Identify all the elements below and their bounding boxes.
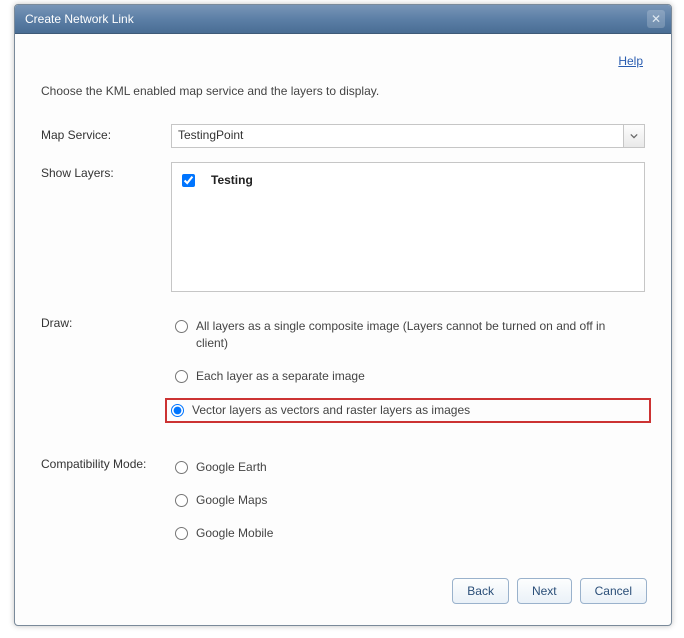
radio-google-maps[interactable] — [175, 494, 188, 507]
back-button[interactable]: Back — [452, 578, 509, 604]
draw-option-vector[interactable]: Vector layers as vectors and raster laye… — [165, 398, 651, 423]
draw-option-label: Each layer as a separate image — [196, 368, 365, 385]
layers-listbox: Testing — [171, 162, 645, 292]
draw-radio-group: All layers as a single composite image (… — [171, 316, 645, 423]
compat-radio-group: Google Earth Google Maps Google Mobile — [171, 457, 645, 543]
draw-option-label: Vector layers as vectors and raster laye… — [192, 402, 470, 419]
radio-vector[interactable] — [171, 404, 184, 417]
draw-option-label: All layers as a single composite image (… — [196, 318, 616, 352]
radio-google-mobile[interactable] — [175, 527, 188, 540]
radio-separate[interactable] — [175, 370, 188, 383]
show-layers-label: Show Layers: — [41, 162, 171, 180]
compat-option-label: Google Maps — [196, 492, 267, 509]
compat-option-label: Google Mobile — [196, 525, 273, 542]
layer-name: Testing — [211, 173, 253, 187]
map-service-label: Map Service: — [41, 124, 171, 142]
compat-mode-label: Compatibility Mode: — [41, 453, 171, 471]
draw-option-separate[interactable]: Each layer as a separate image — [171, 366, 645, 387]
draw-label: Draw: — [41, 312, 171, 330]
instruction-text: Choose the KML enabled map service and t… — [41, 84, 645, 98]
create-network-link-dialog: Create Network Link ✕ Help Choose the KM… — [14, 4, 672, 626]
compat-option-earth[interactable]: Google Earth — [171, 457, 645, 478]
compat-option-label: Google Earth — [196, 459, 267, 476]
radio-composite[interactable] — [175, 320, 188, 333]
compat-option-mobile[interactable]: Google Mobile — [171, 523, 645, 544]
map-service-value: TestingPoint — [172, 125, 623, 147]
dialog-button-bar: Back Next Cancel — [452, 578, 647, 604]
draw-option-composite[interactable]: All layers as a single composite image (… — [171, 316, 645, 354]
map-service-select[interactable]: TestingPoint — [171, 124, 645, 148]
compat-option-maps[interactable]: Google Maps — [171, 490, 645, 511]
cancel-button[interactable]: Cancel — [580, 578, 647, 604]
next-button[interactable]: Next — [517, 578, 572, 604]
chevron-down-icon[interactable] — [623, 125, 644, 147]
help-link[interactable]: Help — [618, 54, 643, 68]
dialog-titlebar[interactable]: Create Network Link ✕ — [15, 5, 671, 34]
layer-item: Testing — [182, 173, 634, 187]
layer-checkbox-testing[interactable] — [182, 174, 195, 187]
radio-google-earth[interactable] — [175, 461, 188, 474]
dialog-title: Create Network Link — [25, 12, 134, 26]
close-icon[interactable]: ✕ — [647, 10, 665, 28]
